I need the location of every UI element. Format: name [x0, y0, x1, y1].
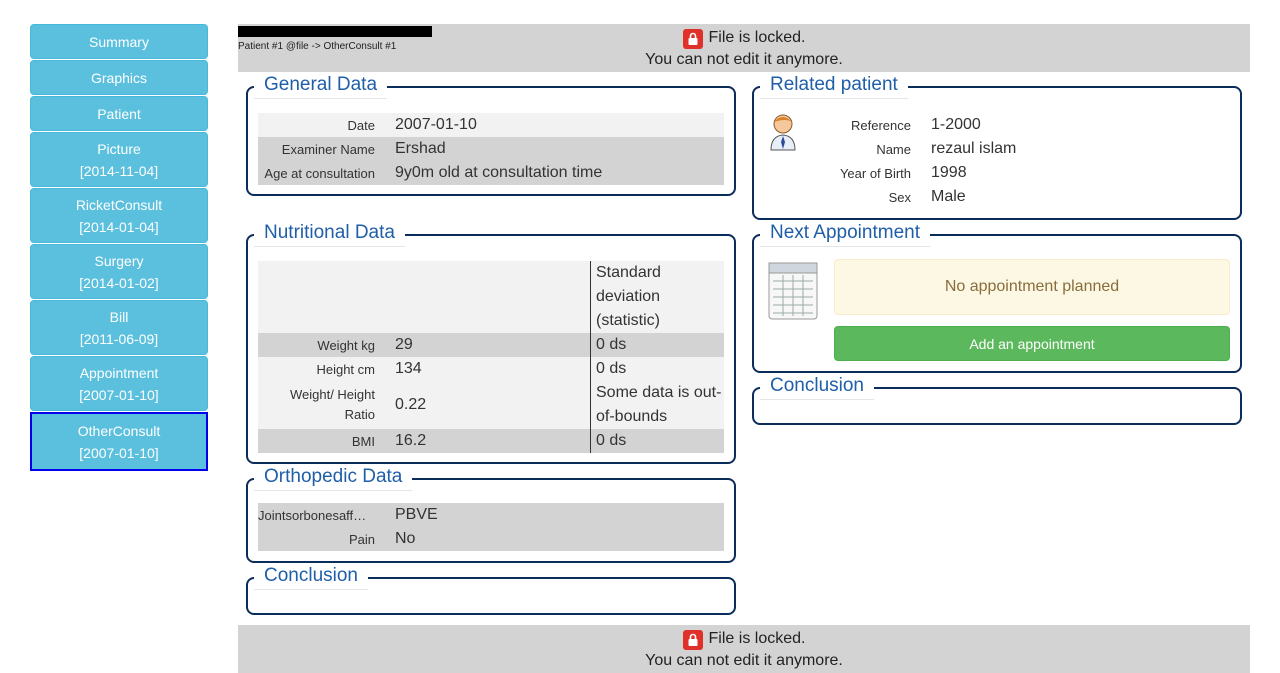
table-header-empty	[385, 261, 590, 333]
ratio-value: 0.22	[395, 396, 427, 413]
sidebar-item-graphics[interactable]: Graphics	[30, 60, 208, 95]
weight-label: Weight kg	[317, 337, 375, 353]
sidebar-item-ricketconsult[interactable]: RicketConsult [2014-01-04]	[30, 188, 208, 243]
sidebar-item-date: [2011-06-09]	[79, 330, 159, 347]
lock-icon	[682, 29, 703, 49]
name-value: rezaul islam	[931, 140, 1017, 157]
sidebar-item-picture[interactable]: Picture [2014-11-04]	[30, 132, 208, 187]
lock-icon	[682, 630, 703, 650]
nutritional-data-panel: Nutritional Data Standard deviation (sta…	[246, 222, 736, 464]
sidebar-item-bill[interactable]: Bill [2011-06-09]	[30, 300, 208, 355]
examiner-value: Ershad	[395, 140, 446, 157]
sidebar-item-date: [2014-11-04]	[79, 162, 159, 179]
pain-label: Pain	[348, 531, 375, 547]
sex-value: Male	[931, 188, 966, 205]
orthopedic-data-panel: Orthopedic Data Jointsorbonesaff… PBVE Pa…	[246, 466, 736, 563]
next-appointment-title: Next Appointment	[760, 222, 930, 247]
pain-value: No	[395, 530, 416, 547]
ratio-sd: Some data is out-of-bounds	[590, 381, 724, 429]
general-data-title: General Data	[254, 74, 388, 99]
birth-year-label: Year of Birth	[839, 165, 911, 181]
height-label: Height cm	[316, 361, 375, 377]
general-data-panel: General Data Date 2007-01-10 Examiner Nam…	[246, 74, 736, 196]
nutritional-data-title: Nutritional Data	[254, 222, 405, 247]
sex-label: Sex	[888, 189, 911, 205]
reference-label: Reference	[851, 117, 911, 133]
sidebar-item-label: Summary	[89, 33, 149, 50]
breadcrumb: Patient #1 @file -> OtherConsult #1	[238, 41, 397, 52]
sidebar-item-date: [2014-01-02]	[79, 274, 159, 291]
sidebar-item-patient[interactable]: Patient	[30, 96, 208, 131]
calendar-icon	[768, 262, 818, 325]
no-appointment-notice: No appointment planned	[834, 259, 1230, 315]
sidebar-item-summary[interactable]: Summary	[30, 24, 208, 59]
name-label: Name	[876, 141, 911, 157]
conclusion-title: Conclusion	[254, 565, 368, 590]
lock-banner-top: Patient #1 @file -> OtherConsult #1 File…	[238, 24, 1250, 72]
bmi-label: BMI	[351, 433, 375, 449]
redacted-bar	[238, 26, 432, 37]
lock-message: File is locked.	[708, 630, 806, 647]
joints-value: PBVE	[395, 506, 438, 523]
related-patient-panel: Related patient Reference 1-2000 Name reza…	[752, 74, 1242, 220]
lock-message: File is locked.	[708, 29, 806, 46]
sidebar-item-date: [2014-01-04]	[79, 218, 159, 235]
sidebar-item-appointment[interactable]: Appointment [2007-01-10]	[30, 356, 208, 411]
ratio-label: Weight/ Height Ratio	[289, 387, 375, 422]
sidebar-item-label: Patient	[97, 105, 141, 122]
related-patient-title: Related patient	[760, 74, 908, 99]
height-sd: 0 ds	[590, 357, 724, 381]
reference-value: 1-2000	[931, 116, 981, 133]
weight-sd: 0 ds	[590, 333, 724, 357]
sidebar-item-label: OtherConsult	[77, 422, 161, 439]
sidebar-item-label: Graphics	[90, 69, 148, 86]
age-value: 9y0m old at consultation time	[395, 164, 603, 181]
sidebar-item-label: RicketConsult	[75, 196, 163, 213]
height-value: 134	[395, 360, 422, 377]
weight-value: 29	[395, 336, 413, 353]
date-value: 2007-01-10	[395, 116, 477, 133]
sidebar-item-label: Appointment	[79, 364, 159, 381]
add-appointment-button[interactable]: Add an appointment	[834, 326, 1230, 361]
orthopedic-data-title: Orthopedic Data	[254, 466, 413, 491]
sidebar-item-otherconsult[interactable]: OtherConsult [2007-01-10]	[30, 412, 208, 471]
sidebar-item-label: Bill	[109, 308, 129, 325]
table-header-empty	[258, 261, 385, 333]
conclusion-panel-left: Conclusion	[246, 565, 736, 615]
sidebar-item-date: [2007-01-10]	[79, 444, 159, 461]
next-appointment-panel: Next Appointment No appointment planned …	[752, 222, 1242, 373]
lock-submessage: You can not edit it anymore.	[645, 652, 843, 669]
sidebar-item-label: Surgery	[94, 252, 144, 269]
examiner-label: Examiner Name	[281, 141, 375, 157]
birth-year-value: 1998	[931, 164, 967, 181]
sidebar-nav: Summary Graphics Patient Picture [2014-11…	[30, 24, 208, 472]
lock-banner-bottom: File is locked. You can not edit it anym…	[238, 625, 1250, 673]
sd-column-header: Standard deviation (statistic)	[590, 261, 724, 333]
date-label: Date	[347, 117, 375, 133]
conclusion-title: Conclusion	[760, 375, 874, 400]
age-label: Age at consultation	[264, 165, 375, 181]
sidebar-item-label: Picture	[97, 140, 141, 157]
bmi-value: 16.2	[395, 432, 427, 449]
sidebar-item-date: [2007-01-10]	[79, 386, 159, 403]
bmi-sd: 0 ds	[590, 429, 724, 453]
sidebar-item-surgery[interactable]: Surgery [2014-01-02]	[30, 244, 208, 299]
joints-label: Jointsorbonesaff…	[258, 507, 367, 523]
conclusion-panel-right: Conclusion	[752, 375, 1242, 425]
